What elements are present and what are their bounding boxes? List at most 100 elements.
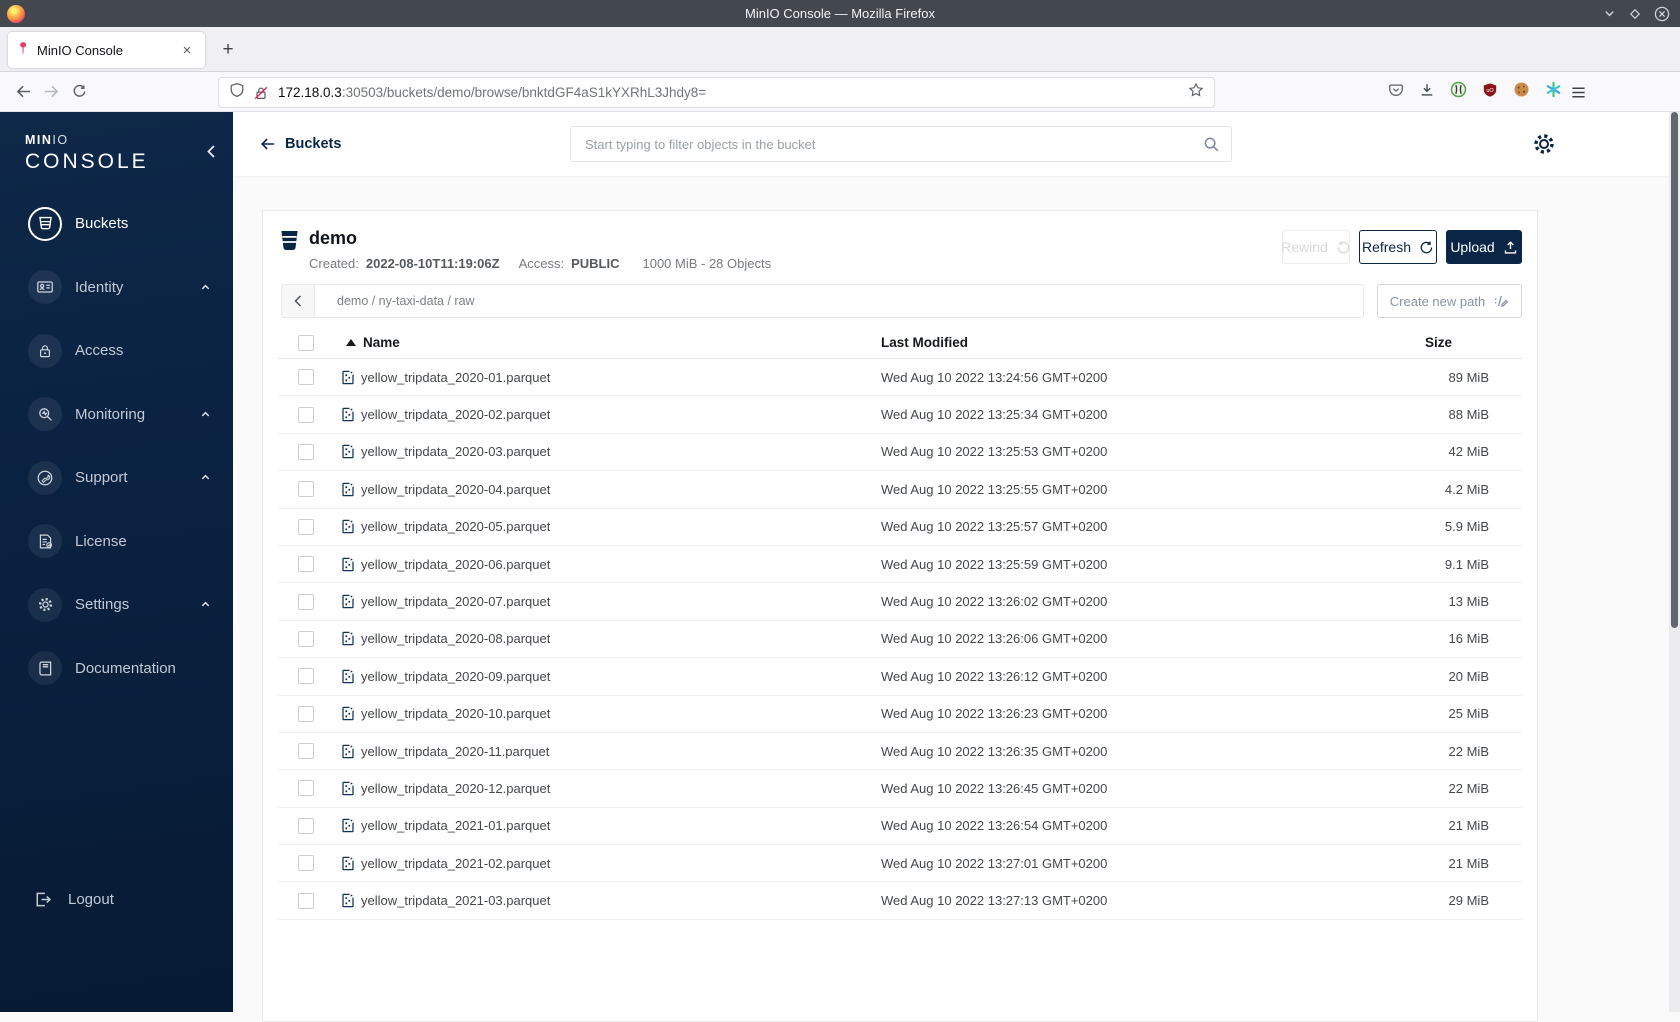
object-modified: Wed Aug 10 2022 13:24:56 GMT+0200 <box>881 369 1108 385</box>
new-tab-button[interactable]: + <box>215 37 241 63</box>
sidebar-collapse-icon[interactable] <box>205 144 217 164</box>
row-checkbox[interactable] <box>298 630 314 647</box>
main-content: Buckets demo Created: 2022-08-10T11:19:0… <box>233 112 1669 1022</box>
object-name[interactable]: yellow_tripdata_2020-05.parquet <box>361 519 550 534</box>
rewind-button[interactable]: Rewind <box>1281 230 1350 264</box>
sidebar-item-documentation[interactable]: Documentation <box>0 637 233 701</box>
window-minimize-icon[interactable] <box>1603 7 1616 20</box>
object-row[interactable]: yellow_tripdata_2020-06.parquet Wed Aug … <box>278 546 1522 584</box>
table-body: yellow_tripdata_2020-01.parquet Wed Aug … <box>278 359 1522 920</box>
object-row[interactable]: yellow_tripdata_2020-10.parquet Wed Aug … <box>278 696 1522 733</box>
row-checkbox[interactable] <box>298 743 314 760</box>
window-title: MinIO Console — Mozilla Firefox <box>745 6 935 21</box>
object-row[interactable]: yellow_tripdata_2020-08.parquet Wed Aug … <box>278 621 1522 659</box>
object-row[interactable]: yellow_tripdata_2020-12.parquet Wed Aug … <box>278 770 1522 808</box>
column-header-name[interactable]: Name <box>341 335 881 350</box>
object-name[interactable]: yellow_tripdata_2020-02.parquet <box>361 407 550 422</box>
object-size: 13 MiB <box>1448 594 1489 610</box>
settings-gear-icon[interactable] <box>1532 132 1556 156</box>
object-row[interactable]: yellow_tripdata_2021-02.parquet Wed Aug … <box>278 845 1522 883</box>
browser-menu-icon[interactable] <box>1564 78 1592 106</box>
object-size: 25 MiB <box>1448 706 1489 722</box>
scrollbar-thumb[interactable] <box>1671 112 1678 628</box>
asterisk-extension-icon[interactable] <box>1545 81 1562 103</box>
create-new-path-button[interactable]: Create new path <box>1377 284 1522 318</box>
object-name[interactable]: yellow_tripdata_2020-10.parquet <box>361 706 550 721</box>
object-row[interactable]: yellow_tripdata_2020-07.parquet Wed Aug … <box>278 583 1522 621</box>
window-close-icon[interactable] <box>1654 6 1670 22</box>
sidebar-item-monitoring[interactable]: Monitoring <box>0 383 233 447</box>
object-name[interactable]: yellow_tripdata_2020-08.parquet <box>361 631 550 646</box>
bookmark-star-icon[interactable] <box>1188 82 1204 103</box>
object-row[interactable]: yellow_tripdata_2021-03.parquet Wed Aug … <box>278 882 1522 920</box>
downloads-icon[interactable] <box>1419 82 1435 103</box>
row-checkbox[interactable] <box>298 481 314 498</box>
row-checkbox[interactable] <box>298 892 314 909</box>
access-label: Access: <box>518 256 565 271</box>
path-back-button[interactable] <box>282 285 315 317</box>
privacy-badger-extension-icon[interactable] <box>1450 81 1467 103</box>
search-input[interactable] <box>571 136 1203 152</box>
object-name[interactable]: yellow_tripdata_2020-09.parquet <box>361 669 550 684</box>
sidebar-item-identity[interactable]: Identity <box>0 256 233 320</box>
row-checkbox[interactable] <box>298 668 314 685</box>
row-checkbox[interactable] <box>298 406 314 423</box>
sidebar-item-label: Documentation <box>75 659 176 677</box>
sidebar-item-logout[interactable]: Logout <box>0 867 233 931</box>
object-row[interactable]: yellow_tripdata_2020-03.parquet Wed Aug … <box>278 434 1522 472</box>
refresh-button[interactable]: Refresh <box>1359 230 1437 264</box>
object-name[interactable]: yellow_tripdata_2021-03.parquet <box>361 893 550 908</box>
back-to-buckets-button[interactable]: Buckets <box>260 112 341 176</box>
cookie-extension-icon[interactable] <box>1513 81 1530 103</box>
object-name[interactable]: yellow_tripdata_2021-01.parquet <box>361 818 550 833</box>
sidebar-item-access[interactable]: Access <box>0 319 233 383</box>
browser-tab[interactable]: MinIO Console × <box>8 32 205 68</box>
row-checkbox[interactable] <box>298 817 314 834</box>
object-row[interactable]: yellow_tripdata_2020-02.parquet Wed Aug … <box>278 396 1522 434</box>
row-checkbox[interactable] <box>298 518 314 535</box>
row-checkbox[interactable] <box>298 780 314 797</box>
tab-close-button[interactable]: × <box>177 40 197 60</box>
browser-forward-button[interactable] <box>37 78 65 106</box>
object-name[interactable]: yellow_tripdata_2020-04.parquet <box>361 482 550 497</box>
sidebar-item-support[interactable]: Support <box>0 446 233 510</box>
row-checkbox[interactable] <box>298 369 314 386</box>
upload-button[interactable]: Upload <box>1446 230 1522 264</box>
url-input[interactable]: 172.18.0.3:30503/buckets/demo/browse/bnk… <box>218 77 1215 108</box>
sidebar-item-license[interactable]: License <box>0 510 233 574</box>
ublock-extension-icon[interactable]: uO <box>1482 82 1498 103</box>
object-row[interactable]: yellow_tripdata_2021-01.parquet Wed Aug … <box>278 808 1522 846</box>
object-name[interactable]: yellow_tripdata_2020-11.parquet <box>361 744 549 759</box>
table-header: Name Last Modified Size <box>278 327 1522 359</box>
object-name[interactable]: yellow_tripdata_2020-06.parquet <box>361 557 550 572</box>
object-row[interactable]: yellow_tripdata_2020-01.parquet Wed Aug … <box>278 359 1522 397</box>
object-name[interactable]: yellow_tripdata_2020-12.parquet <box>361 781 550 796</box>
row-checkbox[interactable] <box>298 705 314 722</box>
object-row[interactable]: yellow_tripdata_2020-11.parquet Wed Aug … <box>278 733 1522 771</box>
row-checkbox[interactable] <box>298 593 314 610</box>
row-checkbox[interactable] <box>298 443 314 460</box>
select-all-checkbox[interactable] <box>298 334 314 351</box>
object-name[interactable]: yellow_tripdata_2020-01.parquet <box>361 370 550 385</box>
browser-reload-button[interactable] <box>65 78 93 106</box>
object-row[interactable]: yellow_tripdata_2020-05.parquet Wed Aug … <box>278 509 1522 546</box>
pocket-icon[interactable] <box>1388 82 1404 103</box>
tracking-shield-icon[interactable] <box>229 82 245 103</box>
row-checkbox[interactable] <box>298 855 314 872</box>
object-row[interactable]: yellow_tripdata_2020-09.parquet Wed Aug … <box>278 658 1522 696</box>
row-checkbox[interactable] <box>298 556 314 573</box>
object-name[interactable]: yellow_tripdata_2021-02.parquet <box>361 856 550 871</box>
object-name[interactable]: yellow_tripdata_2020-07.parquet <box>361 594 550 609</box>
object-row[interactable]: yellow_tripdata_2020-04.parquet Wed Aug … <box>278 471 1522 509</box>
breadcrumb-path[interactable]: demo / ny-taxi-data / raw <box>337 294 475 308</box>
sidebar-item-buckets[interactable]: Buckets <box>0 192 233 256</box>
object-file-icon <box>341 706 356 721</box>
vertical-scrollbar[interactable] <box>1669 112 1680 1012</box>
object-file-icon <box>341 519 356 534</box>
browser-back-button[interactable] <box>9 78 37 106</box>
window-maximize-icon[interactable] <box>1629 8 1641 20</box>
object-modified: Wed Aug 10 2022 13:25:59 GMT+0200 <box>881 556 1108 572</box>
object-name[interactable]: yellow_tripdata_2020-03.parquet <box>361 444 550 459</box>
insecure-lock-icon[interactable] <box>253 85 269 101</box>
sidebar-item-settings[interactable]: Settings <box>0 573 233 637</box>
